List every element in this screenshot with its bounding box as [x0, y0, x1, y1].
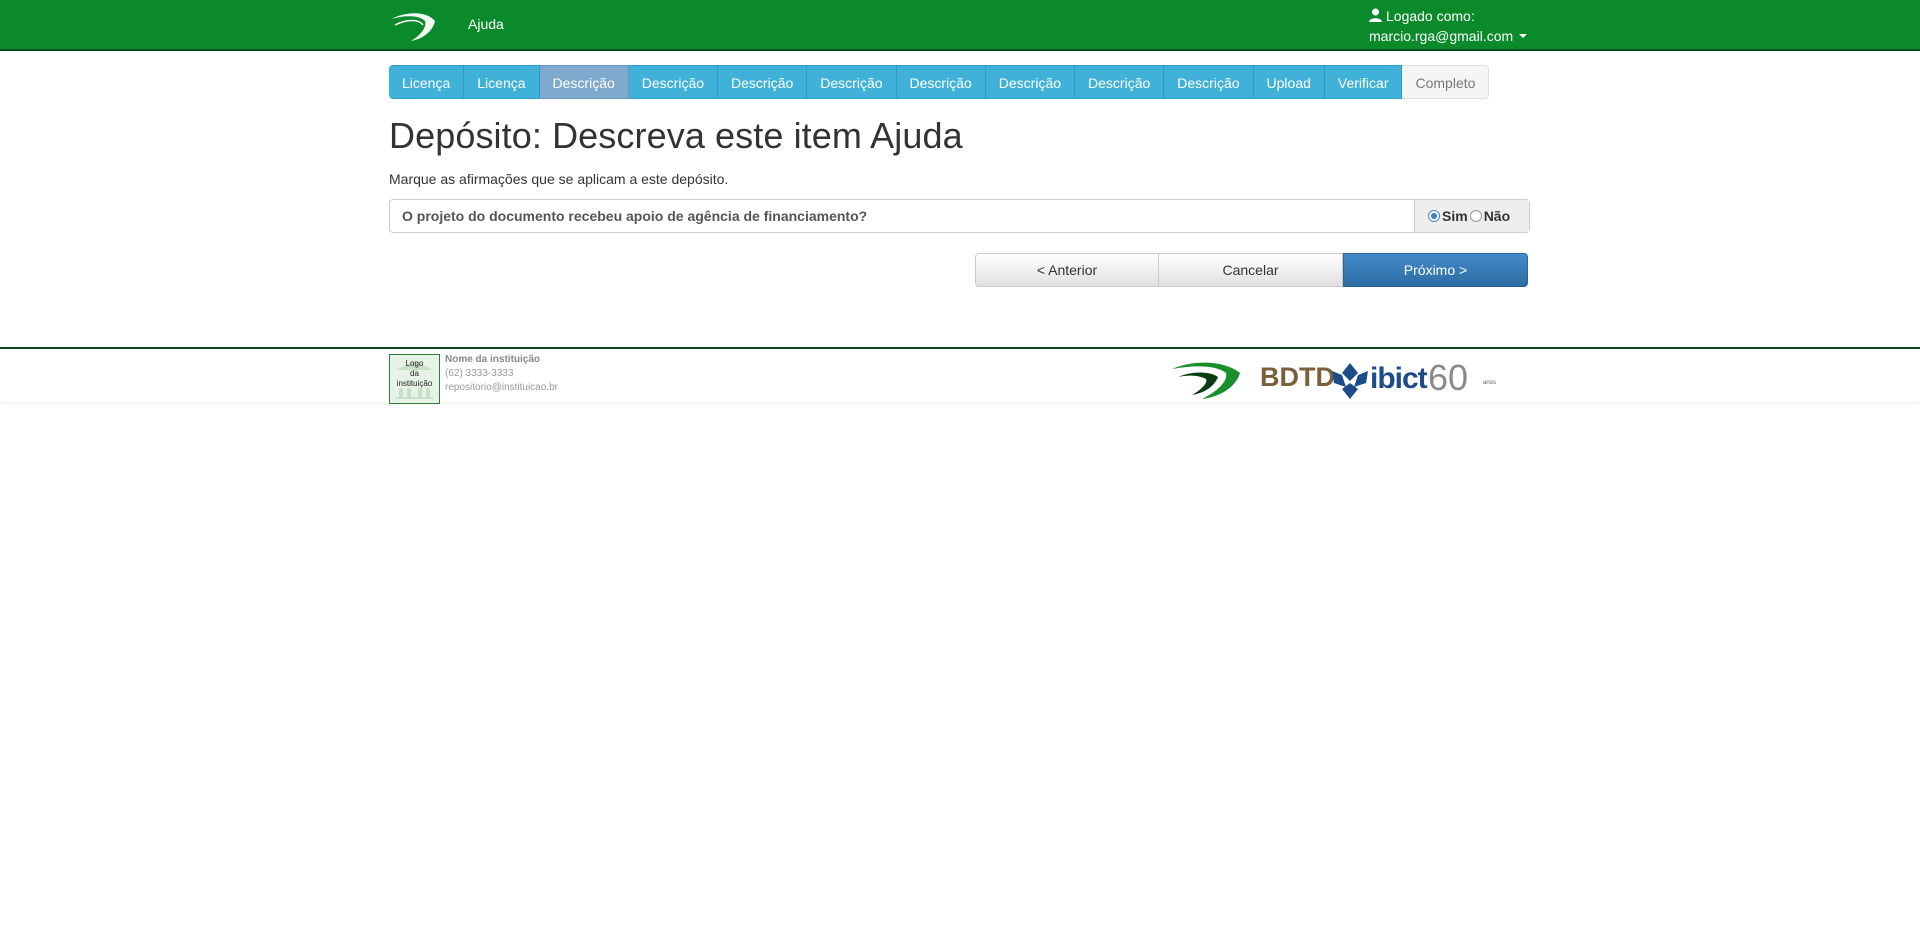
partner-logos: BDTD ibict 60 anos: [1170, 353, 1500, 401]
caret-down-icon: [1519, 34, 1528, 38]
repository-logo-icon[interactable]: [389, 7, 439, 43]
ibict-logo[interactable]: ibict: [1370, 362, 1428, 396]
user-icon: [1369, 8, 1382, 22]
institution-name: Nome da instituição: [445, 354, 541, 365]
radio-yes-label[interactable]: Sim: [1442, 208, 1468, 224]
user-email: marcio.rga@gmail.com: [1369, 28, 1514, 44]
cancel-button[interactable]: Cancelar: [1159, 253, 1343, 287]
funding-question-label: O projeto do documento recebeu apoio de …: [402, 208, 868, 224]
answer-options: Sim Não: [1414, 200, 1529, 232]
step-description-3[interactable]: Descrição: [718, 65, 808, 99]
institution-info: Nome da instituição (62) 3333-3333 repos…: [445, 353, 558, 395]
institution-logo: Logo da instituição: [389, 354, 440, 404]
user-prefix-label: Logado como:: [1386, 8, 1475, 24]
funding-question-row: O projeto do documento recebeu apoio de …: [389, 199, 1530, 233]
radio-yes[interactable]: [1428, 210, 1440, 222]
swoosh-logo-icon[interactable]: [1170, 357, 1242, 401]
instructions-text: Marque as afirmações que se aplicam a es…: [389, 171, 729, 187]
help-link[interactable]: Ajuda: [468, 16, 504, 32]
ibict-anos-label: anos: [1483, 380, 1497, 386]
previous-button[interactable]: < Anterior: [975, 253, 1159, 287]
institution-phone: (62) 3333-3333: [445, 368, 514, 379]
page-title: Depósito: Descreva este item Ajuda: [389, 115, 963, 156]
step-description-6[interactable]: Descrição: [985, 65, 1076, 99]
footer: Logo da instituição Nome da instituição …: [0, 347, 1920, 404]
next-button[interactable]: Próximo >: [1343, 253, 1528, 287]
step-description-8[interactable]: Descrição: [1164, 65, 1254, 99]
navigation-buttons: < Anterior Cancelar Próximo >: [975, 253, 1528, 287]
step-description-1[interactable]: Descrição: [539, 65, 629, 99]
institution-logo-text: Logo da instituição: [396, 359, 433, 388]
user-menu[interactable]: Logado como: marcio.rga@gmail.com: [1369, 6, 1528, 46]
ibict-60-badge: 60: [1428, 357, 1469, 398]
step-license-2[interactable]: Licença: [464, 65, 540, 99]
institution-email: repositorio@instituicao.br: [445, 382, 558, 393]
radio-no[interactable]: [1469, 210, 1482, 222]
step-license-1[interactable]: Licença: [389, 65, 465, 99]
step-description-7[interactable]: Descrição: [1075, 65, 1165, 99]
step-description-5[interactable]: Descrição: [896, 65, 986, 99]
bdtd-logo[interactable]: BDTD: [1260, 362, 1335, 393]
submission-progress: Licença Licença Descrição Descrição Desc…: [389, 65, 1490, 99]
top-navbar: Ajuda Logado como: marcio.rga@gmail.com: [0, 0, 1920, 51]
step-upload[interactable]: Upload: [1253, 65, 1325, 99]
step-description-2[interactable]: Descrição: [628, 65, 719, 99]
ibict-emblem-icon: [1332, 363, 1368, 399]
step-description-4[interactable]: Descrição: [807, 65, 897, 99]
step-verify[interactable]: Verificar: [1324, 65, 1403, 99]
step-complete: Completo: [1402, 65, 1490, 99]
radio-no-label[interactable]: Não: [1484, 208, 1510, 224]
